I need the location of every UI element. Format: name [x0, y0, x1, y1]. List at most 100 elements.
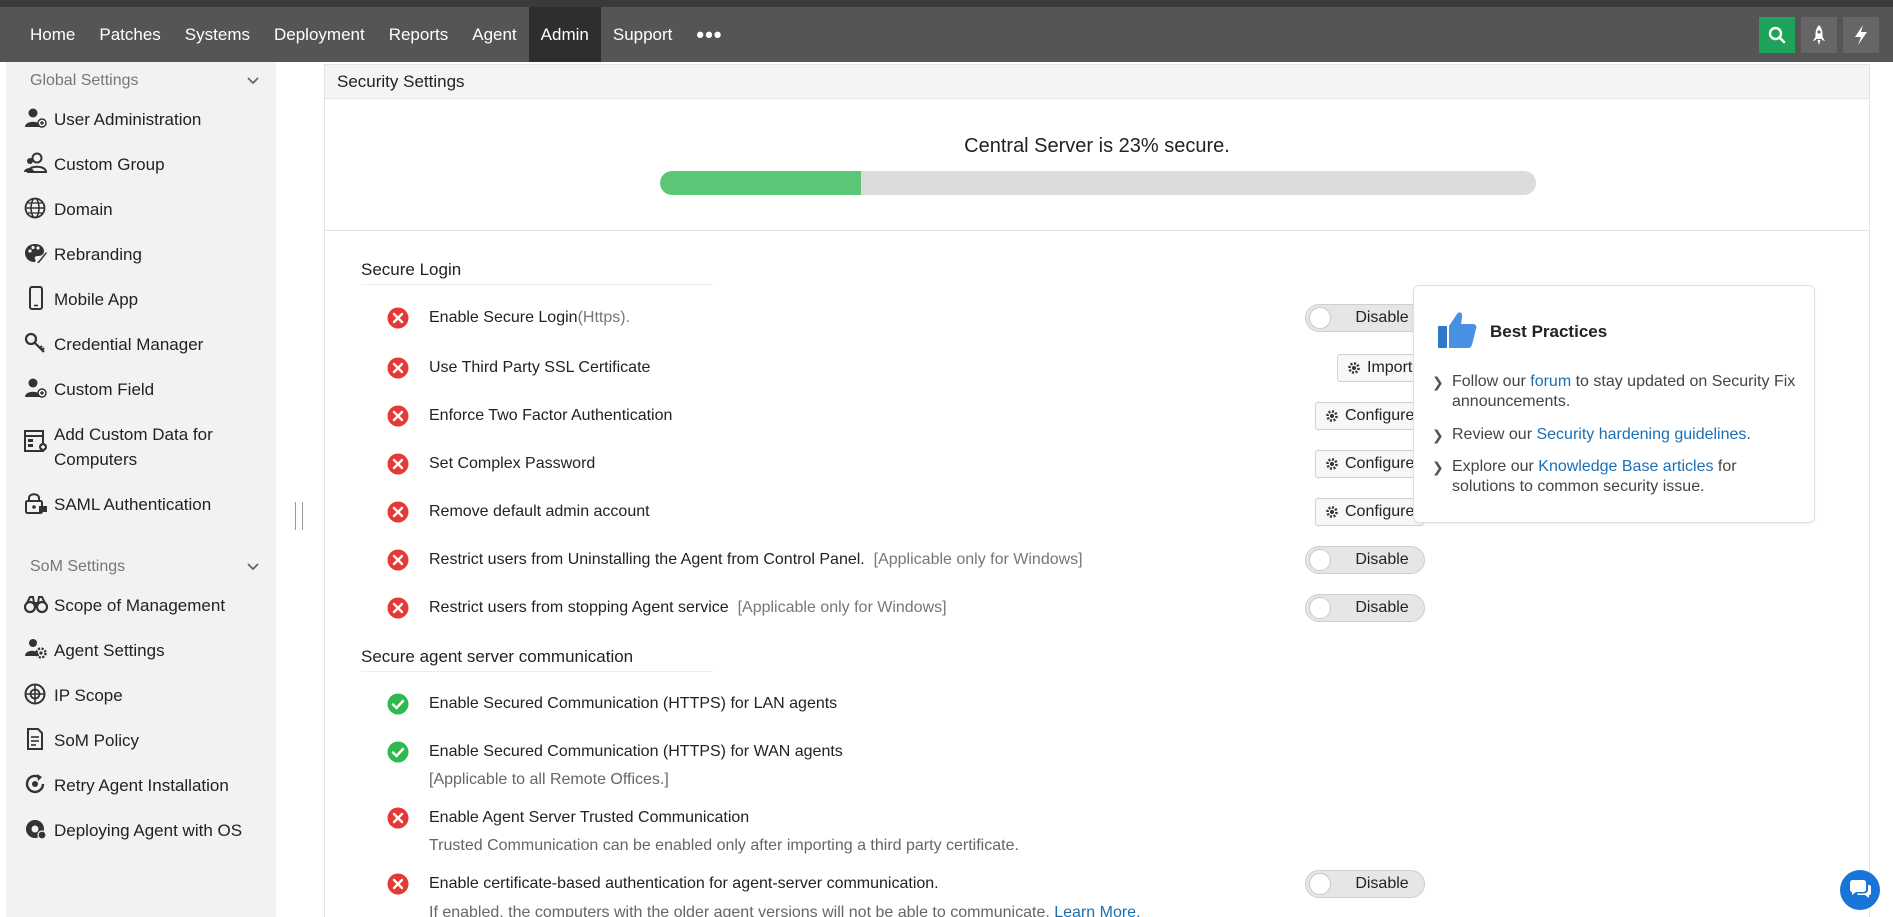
configure-2fa-button[interactable]: Configure [1315, 402, 1425, 430]
nav-agent[interactable]: Agent [460, 7, 528, 62]
row-sub: If enabled, the computers with the older… [429, 904, 1050, 917]
quick-launch-button[interactable] [1801, 17, 1837, 53]
sidebar: Global Settings User Administration Cust… [6, 62, 276, 917]
gear-icon [1326, 458, 1338, 470]
fail-icon [387, 307, 409, 329]
section-title: SoM Settings [30, 558, 126, 575]
row-suffix: (Https). [577, 309, 631, 326]
chat-button[interactable] [1840, 870, 1880, 910]
nav-deployment[interactable]: Deployment [262, 7, 377, 62]
chevron-down-icon [247, 77, 259, 85]
sidebar-item-som-policy[interactable]: SoM Policy [6, 718, 276, 763]
row-sub: Trusted Communication can be enabled onl… [429, 837, 1019, 854]
secure-login-toggle[interactable]: Disable [1305, 304, 1425, 332]
sidebar-item-rebranding[interactable]: Rebranding [6, 232, 276, 277]
best-practice-item: Review our Security hardening guidelines… [1452, 425, 1802, 445]
sidebar-item-scope-of-management[interactable]: Scope of Management [6, 583, 276, 628]
security-progress-fill [660, 171, 862, 195]
row-suffix: [Applicable only for Windows] [873, 551, 1083, 568]
restrict-uninstall-toggle[interactable]: Disable [1305, 546, 1425, 574]
nav-systems[interactable]: Systems [173, 7, 262, 62]
sidebar-item-label: User Administration [54, 110, 202, 129]
configure-password-button[interactable]: Configure [1315, 450, 1425, 478]
fail-icon [387, 597, 409, 619]
import-button[interactable]: Import [1337, 354, 1423, 382]
hardening-guidelines-link[interactable]: Security hardening guidelines [1536, 426, 1746, 443]
fail-icon [387, 357, 409, 379]
agent-gear-icon [24, 638, 50, 660]
search-button[interactable] [1759, 17, 1795, 53]
sidebar-item-retry-agent-installation[interactable]: Retry Agent Installation [6, 763, 276, 808]
gear-icon [1326, 506, 1338, 518]
toggle-knob [1309, 597, 1331, 619]
configure-admin-button[interactable]: Configure [1315, 498, 1425, 526]
more-menu-button[interactable]: ••• [684, 7, 734, 62]
sidebar-item-add-custom-data[interactable]: Add Custom Data for Computers [6, 412, 276, 482]
forum-link[interactable]: forum [1530, 373, 1571, 390]
sidebar-item-agent-settings[interactable]: Agent Settings [6, 628, 276, 673]
sidebar-item-credential-manager[interactable]: Credential Manager [6, 322, 276, 367]
nav-home[interactable]: Home [18, 7, 87, 62]
sidebar-item-label: SoM Policy [54, 731, 140, 750]
saml-lock-icon [24, 492, 50, 514]
toggle-knob [1309, 549, 1331, 571]
fail-icon [387, 453, 409, 475]
check-icon [387, 741, 409, 763]
security-settings-panel: Security Settings Central Server is 23% … [324, 64, 1870, 917]
sidebar-item-user-administration[interactable]: User Administration [6, 97, 276, 142]
nav-support[interactable]: Support [601, 7, 685, 62]
palette-icon [24, 242, 50, 264]
sidebar-item-label: Scope of Management [54, 596, 226, 615]
retry-icon [24, 773, 50, 795]
bp-text: Follow our [1452, 373, 1531, 390]
cert-auth-toggle[interactable]: Disable [1305, 870, 1425, 898]
best-practices-card: Best Practices ❯ Follow our forum to sta… [1413, 285, 1815, 523]
thumbs-up-icon [1438, 312, 1477, 348]
bp-text: Explore our [1452, 458, 1539, 475]
custom-data-icon [24, 430, 50, 452]
actions-button[interactable] [1843, 17, 1879, 53]
nav-reports[interactable]: Reports [377, 7, 461, 62]
restrict-stop-toggle[interactable]: Disable [1305, 594, 1425, 622]
nav-admin[interactable]: Admin [528, 7, 601, 62]
sidebar-item-domain[interactable]: Domain [6, 187, 276, 232]
fail-icon [387, 549, 409, 571]
sidebar-item-label: Custom Group [54, 155, 165, 174]
lightning-icon [1855, 25, 1867, 45]
sidebar-item-deploying-agent-os[interactable]: Deploying Agent with OS [6, 808, 276, 853]
learn-more-link[interactable]: Learn More. [1054, 904, 1140, 917]
sidebar-section-global[interactable]: Global Settings [6, 65, 276, 97]
row-label: Remove default admin account [429, 503, 650, 520]
sidebar-section-som[interactable]: SoM Settings [6, 551, 276, 583]
group-icon [24, 152, 50, 174]
sidebar-item-label: Deploying Agent with OS [54, 821, 243, 840]
sidebar-item-custom-field[interactable]: Custom Field [6, 367, 276, 412]
fail-icon [387, 405, 409, 427]
toggle-knob [1309, 307, 1331, 329]
sidebar-item-label: IP Scope [54, 686, 123, 705]
chevron-down-icon [247, 563, 259, 571]
sidebar-item-mobile-app[interactable]: Mobile App [6, 277, 276, 322]
sidebar-item-custom-group[interactable]: Custom Group [6, 142, 276, 187]
chevron-right-icon: ❯ [1432, 459, 1444, 475]
binoculars-icon [24, 593, 50, 615]
nav-patches[interactable]: Patches [87, 7, 172, 62]
sidebar-item-label: Domain [54, 200, 113, 219]
sidebar-item-label: Rebranding [54, 245, 142, 264]
toggle-label: Disable [1355, 551, 1409, 568]
row-label: Enable Secured Communication (HTTPS) for… [429, 695, 838, 712]
search-icon [1768, 26, 1786, 44]
sidebar-item-saml-authentication[interactable]: SAML Authentication [6, 482, 276, 527]
sidebar-item-ip-scope[interactable]: IP Scope [6, 673, 276, 718]
sidebar-collapse-handle[interactable] [295, 502, 303, 530]
row-sub: [Applicable to all Remote Offices.] [429, 771, 669, 788]
fail-icon [387, 873, 409, 895]
knowledge-base-link[interactable]: Knowledge Base articles [1538, 458, 1713, 475]
secure-comm-title: Secure agent server communication [361, 647, 713, 672]
row-label: Enable Agent Server Trusted Communicatio… [429, 809, 750, 826]
nav-menu: Home Patches Systems Deployment Reports … [18, 7, 735, 62]
best-practice-item: Explore our Knowledge Base articles for … [1452, 457, 1802, 497]
row-label: Enable certificate-based authentication … [429, 875, 939, 892]
fail-icon [387, 501, 409, 523]
row-label: Set Complex Password [429, 455, 596, 472]
